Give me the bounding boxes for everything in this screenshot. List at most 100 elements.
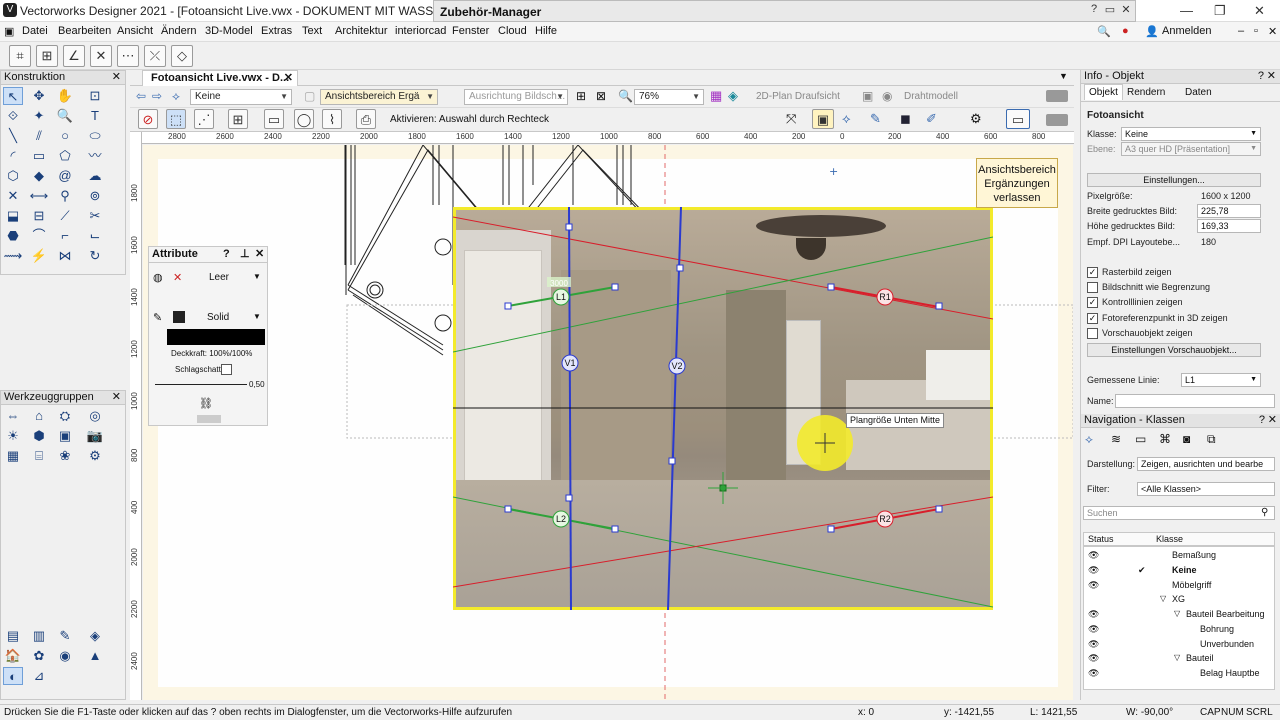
rotate-tool-icon[interactable]: ↻: [85, 247, 105, 265]
sheet-layers-icon[interactable]: ▭: [1135, 432, 1146, 446]
move-icon[interactable]: ⤧: [786, 111, 796, 127]
snap-intersection-icon[interactable]: ✕: [90, 45, 112, 67]
walkthrough-tool-icon[interactable]: ⟐: [3, 107, 23, 125]
mirror-tool-icon[interactable]: ⟋: [55, 207, 75, 225]
menu-fenster[interactable]: Fenster: [452, 25, 489, 37]
checkbox-kontrolllinien[interactable]: ✓: [1087, 297, 1098, 308]
transform-mode-icon[interactable]: ⊞: [228, 109, 248, 129]
eye-icon[interactable]: 👁: [1088, 580, 1099, 591]
measure-icon[interactable]: ✎: [870, 111, 881, 127]
building-shell-icon[interactable]: ⌂: [29, 407, 49, 425]
zoom-fit-icon[interactable]: ⊠: [596, 89, 606, 103]
shelf-group-icon[interactable]: ▤: [3, 627, 23, 645]
slab-group-icon[interactable]: ▦: [3, 447, 23, 465]
col-status[interactable]: Status: [1088, 534, 1114, 544]
opacity-label[interactable]: Deckkraft: 100%/100%: [171, 349, 252, 358]
search-icon[interactable]: 🔍: [1097, 25, 1111, 38]
back-icon[interactable]: ⇦: [136, 89, 146, 103]
text-tool-icon[interactable]: T: [85, 107, 105, 125]
link-icon[interactable]: ⛓: [199, 397, 213, 410]
flyover-tool-icon[interactable]: ✥: [29, 87, 49, 105]
brush-icon[interactable]: ✐: [926, 111, 937, 127]
settings-icon[interactable]: ⚙: [970, 111, 982, 127]
class-row[interactable]: Unverbunden: [1200, 639, 1254, 649]
hoehe-field[interactable]: 169,33: [1197, 219, 1261, 233]
pen-group-icon[interactable]: ✎: [55, 627, 75, 645]
zoom-tool-icon[interactable]: ⊡: [85, 87, 105, 105]
split-tool-icon[interactable]: ⚡: [29, 247, 49, 265]
spiral-tool-icon[interactable]: @: [55, 167, 75, 185]
perspective-overlay[interactable]: L1 3000 L2 V1 V2 R1 R2: [453, 207, 993, 610]
help-icon[interactable]: ?: [1086, 3, 1102, 19]
label-r2[interactable]: R2: [879, 514, 891, 524]
eye-icon[interactable]: 👁: [1088, 609, 1099, 620]
class-dropdown[interactable]: Keine ▼: [190, 89, 292, 105]
breite-field[interactable]: 225,78: [1197, 204, 1261, 218]
class-row[interactable]: Keine: [1172, 565, 1197, 575]
lighting-icon[interactable]: ☀: [3, 427, 23, 445]
class-row[interactable]: Belag Hauptbe: [1200, 668, 1260, 678]
shape-tool-icon[interactable]: ◆: [29, 167, 49, 185]
dims-group-icon[interactable]: ⇔: [3, 407, 23, 425]
attribute-mapping-icon[interactable]: ⊚: [85, 187, 105, 205]
filter-dropdown[interactable]: <Alle Klassen>: [1137, 482, 1275, 496]
shapes-group-icon[interactable]: ▲: [85, 647, 105, 665]
polygon-select-mode-icon[interactable]: ⋰: [194, 109, 214, 129]
print-area-icon[interactable]: ⎙: [356, 109, 376, 129]
menu-hilfe[interactable]: Hilfe: [535, 25, 557, 37]
preview-mode-icon[interactable]: ▭: [1006, 109, 1030, 129]
search-input[interactable]: Suchen: [1083, 506, 1275, 520]
checkbox-vorschau[interactable]: [1087, 328, 1098, 339]
tab-overflow-icon[interactable]: ▼: [1059, 71, 1068, 81]
photo-view-mode-icon[interactable]: ▣: [812, 109, 834, 129]
help-icon[interactable]: ?: [223, 247, 230, 262]
chevron-down-icon[interactable]: ▼: [253, 272, 261, 281]
view-range-dropdown[interactable]: Ansichtsbereich Ergä ▼: [320, 89, 438, 105]
section-tool-icon[interactable]: ⊟: [29, 207, 49, 225]
mep-group-icon[interactable]: ⚙: [85, 447, 105, 465]
signin-link[interactable]: Anmelden: [1162, 25, 1212, 37]
close-tab-icon[interactable]: ✕: [284, 71, 293, 85]
minimize-window-icon[interactable]: —: [1180, 3, 1193, 18]
select-tool-icon[interactable]: ↖: [3, 87, 23, 105]
snap-object-icon[interactable]: ⊞: [36, 45, 58, 67]
close-window-icon[interactable]: ✕: [1254, 3, 1265, 19]
camera-icon[interactable]: 📷: [85, 427, 105, 445]
document-tab[interactable]: Fotoansicht Live.vwx - D... ✕: [142, 70, 298, 86]
user-icon[interactable]: 👤: [1145, 25, 1159, 38]
freehand-mode-icon[interactable]: ⌇: [322, 109, 342, 129]
chamfer-tool-icon[interactable]: ⌙: [85, 227, 105, 245]
forward-icon[interactable]: ⇨: [152, 89, 162, 103]
toolbar-overflow-icon[interactable]: [1046, 90, 1068, 102]
help-icon[interactable]: ?: [1258, 70, 1264, 83]
exit-annotations-button[interactable]: Ansichtsbereich Ergänzungen verlassen: [976, 158, 1058, 208]
col-klasse[interactable]: Klasse: [1156, 534, 1183, 544]
class-row[interactable]: Bauteil Bearbeitung: [1186, 609, 1265, 619]
zoom-dropdown[interactable]: 76% ▼: [634, 89, 704, 105]
site-group-icon[interactable]: ▣: [55, 427, 75, 445]
polyline-tool-icon[interactable]: ⬠: [55, 147, 75, 165]
menu-text[interactable]: Text: [302, 25, 322, 37]
gemessene-dropdown[interactable]: L1 ▼: [1181, 373, 1261, 387]
interiorcad-group-icon[interactable]: ◈: [85, 627, 105, 645]
line-weight-value[interactable]: 0,50: [249, 380, 265, 389]
darstellung-dropdown[interactable]: Zeigen, ausrichten und bearbe: [1137, 457, 1275, 471]
doc-icon[interactable]: ▣: [4, 25, 14, 38]
label-r1[interactable]: R1: [879, 292, 891, 302]
class-row[interactable]: XG: [1172, 594, 1185, 604]
polygon-tool-icon[interactable]: ⬡: [3, 167, 23, 185]
trim-tool-icon[interactable]: ✂: [85, 207, 105, 225]
eye-icon[interactable]: 👁: [1088, 624, 1099, 635]
class-row[interactable]: Bemaßung: [1172, 550, 1216, 560]
visualization-group-icon[interactable]: ◎: [85, 407, 105, 425]
rotate-view-icon[interactable]: ✦: [29, 107, 49, 125]
fillet-tool-icon[interactable]: ⌐: [55, 227, 75, 245]
eye-icon[interactable]: 👁: [1088, 668, 1099, 679]
expand-icon[interactable]: ▽: [1160, 594, 1166, 603]
expand-icon[interactable]: ▽: [1174, 653, 1180, 662]
mdi-close-icon[interactable]: ✕: [1268, 25, 1277, 38]
class-row[interactable]: Bohrung: [1200, 624, 1234, 634]
dimension-tool-icon[interactable]: ⟷: [29, 187, 49, 205]
snap-angle-icon[interactable]: ∠: [63, 45, 85, 67]
photo-view-group-icon[interactable]: ◐: [3, 667, 23, 685]
